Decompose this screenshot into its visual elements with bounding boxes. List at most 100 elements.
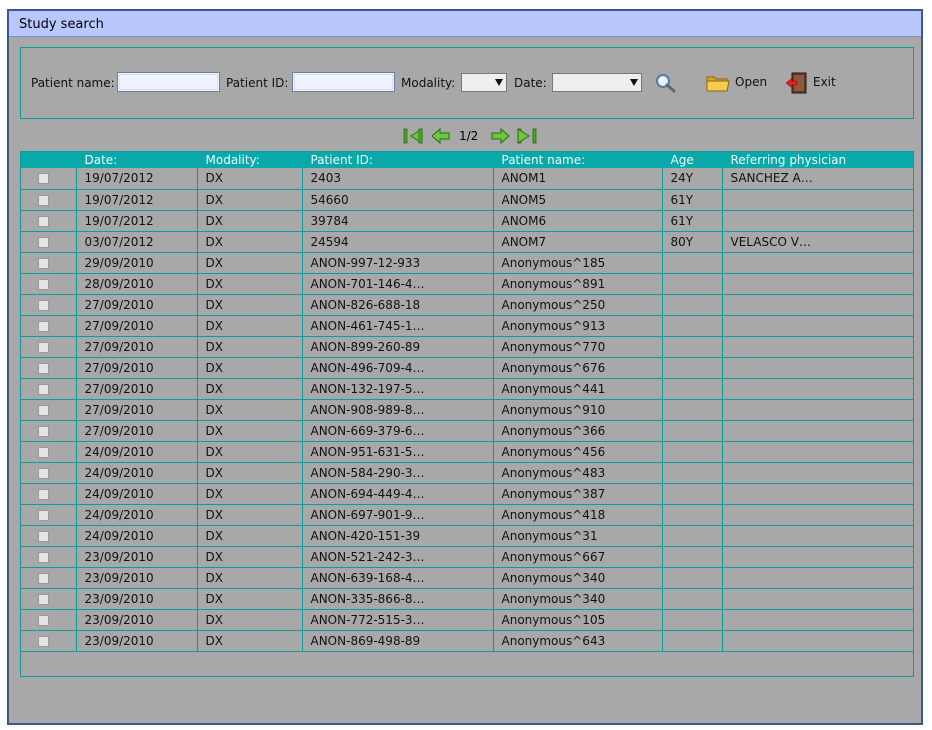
table-row[interactable]: 24/09/2010 DX ANON-584-290-3… Anonymous^483: [21, 462, 913, 484]
date-select[interactable]: [552, 73, 642, 92]
row-checkbox[interactable]: [37, 257, 49, 269]
age-cell: 24Y: [662, 168, 723, 190]
row-checkbox[interactable]: [37, 362, 49, 374]
age-cell: [662, 420, 723, 442]
column-header-patient-id[interactable]: Patient ID:: [302, 152, 494, 168]
column-header-age[interactable]: Age: [662, 152, 723, 168]
patient-name-input[interactable]: [117, 72, 220, 92]
date-cell: 24/09/2010: [76, 483, 198, 505]
patient-name-cell: Anonymous^366: [493, 420, 663, 442]
column-header-modality[interactable]: Modality:: [197, 152, 303, 168]
row-checkbox[interactable]: [37, 593, 49, 605]
patient-id-cell: ANON-697-901-9…: [302, 504, 494, 526]
title-bar[interactable]: Study search: [9, 11, 921, 37]
table-row[interactable]: 27/09/2010 DX ANON-496-709-4… Anonymous^676: [21, 357, 913, 379]
table-row[interactable]: 19/07/2012 DX 39784 ANOM6 61Y: [21, 210, 913, 232]
row-checkbox[interactable]: [37, 635, 49, 647]
table-row[interactable]: 23/09/2010 DX ANON-772-515-3… Anonymous^105: [21, 609, 913, 631]
row-checkbox[interactable]: [37, 425, 49, 437]
table-row[interactable]: 27/09/2010 DX ANON-132-197-5… Anonymous^441: [21, 378, 913, 400]
row-checkbox[interactable]: [37, 572, 49, 584]
patient-name-cell: Anonymous^913: [493, 315, 663, 337]
table-row[interactable]: 27/09/2010 DX ANON-461-745-1… Anonymous^913: [21, 315, 913, 337]
row-select-cell: [21, 630, 77, 652]
patient-id-cell: ANON-132-197-5…: [302, 378, 494, 400]
prev-page-icon: [431, 127, 450, 145]
date-cell: 23/09/2010: [76, 588, 198, 610]
column-header-patient-name[interactable]: Patient name:: [493, 152, 663, 168]
modality-select[interactable]: [461, 73, 507, 92]
table-row[interactable]: 24/09/2010 DX ANON-697-901-9… Anonymous^418: [21, 504, 913, 526]
row-select-cell: [21, 588, 77, 610]
modality-cell: DX: [197, 378, 303, 400]
row-checkbox[interactable]: [37, 278, 49, 290]
row-checkbox[interactable]: [37, 446, 49, 458]
chevron-down-icon: [630, 79, 638, 86]
table-row[interactable]: 19/07/2012 DX 54660 ANOM5 61Y: [21, 189, 913, 211]
row-checkbox[interactable]: [37, 299, 49, 311]
row-checkbox[interactable]: [37, 509, 49, 521]
row-checkbox[interactable]: [37, 530, 49, 542]
table-row[interactable]: 28/09/2010 DX ANON-701-146-4… Anonymous^891: [21, 273, 913, 295]
exit-button[interactable]: Exit: [785, 72, 843, 94]
date-cell: 23/09/2010: [76, 567, 198, 589]
date-cell: 27/09/2010: [76, 399, 198, 421]
row-checkbox[interactable]: [37, 551, 49, 563]
row-checkbox[interactable]: [37, 320, 49, 332]
table-row[interactable]: 24/09/2010 DX ANON-951-631-5… Anonymous^456: [21, 441, 913, 463]
date-cell: 27/09/2010: [76, 420, 198, 442]
row-checkbox[interactable]: [37, 404, 49, 416]
row-checkbox[interactable]: [37, 488, 49, 500]
table-row[interactable]: 23/09/2010 DX ANON-521-242-3… Anonymous^667: [21, 546, 913, 568]
date-cell: 19/07/2012: [76, 210, 198, 232]
referring-physician-cell: SANCHEZ A…: [722, 168, 913, 190]
search-button[interactable]: [654, 72, 678, 94]
date-cell: 27/09/2010: [76, 336, 198, 358]
prev-page-button[interactable]: [430, 126, 452, 146]
referring-physician-cell: [722, 588, 913, 610]
table-row[interactable]: 27/09/2010 DX ANON-908-989-8… Anonymous^910: [21, 399, 913, 421]
table-row[interactable]: 03/07/2012 DX 24594 ANOM7 80Y VELASCO V…: [21, 231, 913, 253]
open-button[interactable]: Open: [706, 72, 768, 94]
row-checkbox[interactable]: [37, 194, 49, 206]
patient-id-cell: ANON-496-709-4…: [302, 357, 494, 379]
table-row[interactable]: 23/09/2010 DX ANON-335-866-8… Anonymous^340: [21, 588, 913, 610]
patient-name-cell: Anonymous^456: [493, 441, 663, 463]
table-row[interactable]: 27/09/2010 DX ANON-669-379-6… Anonymous^366: [21, 420, 913, 442]
row-checkbox[interactable]: [37, 173, 49, 185]
table-row[interactable]: 27/09/2010 DX ANON-826-688-18 Anonymous^250: [21, 294, 913, 316]
age-cell: [662, 504, 723, 526]
patient-name-cell: Anonymous^105: [493, 609, 663, 631]
column-header-referring-physician[interactable]: Referring physician: [722, 152, 913, 168]
patient-name-cell: Anonymous^418: [493, 504, 663, 526]
table-row[interactable]: 27/09/2010 DX ANON-899-260-89 Anonymous^770: [21, 336, 913, 358]
next-page-button[interactable]: [489, 126, 511, 146]
first-page-button[interactable]: [402, 126, 424, 146]
row-checkbox[interactable]: [37, 236, 49, 248]
last-page-button[interactable]: [516, 126, 538, 146]
referring-physician-cell: [722, 420, 913, 442]
referring-physician-cell: [722, 609, 913, 631]
date-cell: 28/09/2010: [76, 273, 198, 295]
column-header-select[interactable]: [21, 152, 77, 168]
row-checkbox[interactable]: [37, 467, 49, 479]
patient-id-input[interactable]: [292, 72, 395, 92]
row-checkbox[interactable]: [37, 383, 49, 395]
date-cell: 19/07/2012: [76, 189, 198, 211]
table-row[interactable]: 23/09/2010 DX ANON-639-168-4… Anonymous^340: [21, 567, 913, 589]
date-cell: 24/09/2010: [76, 462, 198, 484]
row-checkbox[interactable]: [37, 614, 49, 626]
row-select-cell: [21, 189, 77, 211]
table-row[interactable]: 23/09/2010 DX ANON-869-498-89 Anonymous^643: [21, 630, 913, 652]
row-checkbox[interactable]: [37, 215, 49, 227]
table-row[interactable]: 19/07/2012 DX 2403 ANOM1 24Y SANCHEZ A…: [21, 168, 913, 190]
row-select-cell: [21, 231, 77, 253]
table-row[interactable]: 29/09/2010 DX ANON-997-12-933 Anonymous^185: [21, 252, 913, 274]
patient-name-cell: ANOM7: [493, 231, 663, 253]
table-row[interactable]: 24/09/2010 DX ANON-420-151-39 Anonymous^31: [21, 525, 913, 547]
table-row[interactable]: 24/09/2010 DX ANON-694-449-4… Anonymous^387: [21, 483, 913, 505]
row-checkbox[interactable]: [37, 341, 49, 353]
patient-id-cell: ANON-521-242-3…: [302, 546, 494, 568]
row-select-cell: [21, 609, 77, 631]
column-header-date[interactable]: Date:: [76, 152, 198, 168]
